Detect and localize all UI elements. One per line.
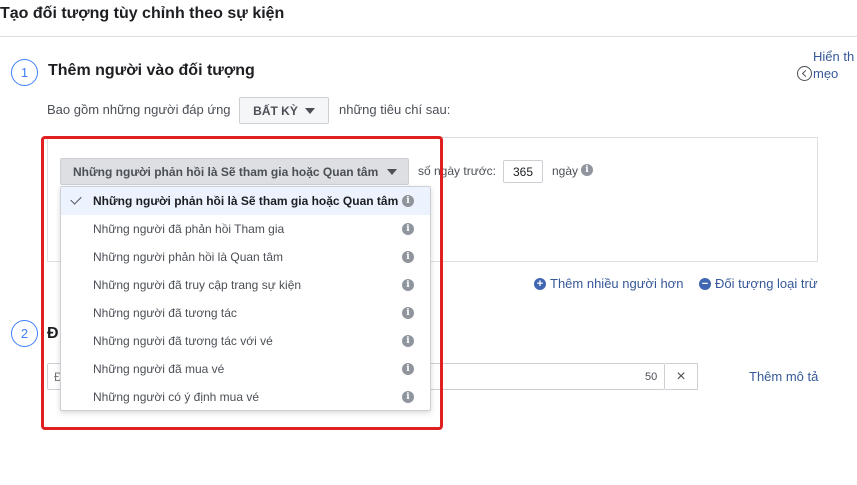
info-icon[interactable]: i: [402, 335, 414, 347]
dropdown-item[interactable]: Những người đã mua vé i: [61, 355, 430, 383]
dropdown-item-label: Những người đã tương tác với vé: [93, 334, 273, 348]
add-more-people-link[interactable]: + Thêm nhiều người hơn: [534, 276, 683, 291]
dropdown-item-label: Những người đã tương tác: [93, 306, 237, 320]
event-type-dropdown-menu: Những người phản hồi là Sẽ tham gia hoặc…: [60, 186, 431, 411]
show-tips-label: Hiển th: [813, 49, 855, 64]
step-2-number: 2: [11, 320, 38, 347]
include-label: Bao gồm những người đáp ứng: [47, 102, 231, 117]
add-more-people-label: Thêm nhiều người hơn: [550, 276, 684, 291]
match-any-label: BẤT KỲ: [253, 103, 298, 118]
add-description-link[interactable]: Thêm mô tả: [749, 369, 818, 384]
days-before-label: số ngày trước:: [418, 164, 496, 178]
info-icon[interactable]: i: [402, 279, 414, 291]
minus-circle-icon: −: [699, 277, 711, 290]
dropdown-item[interactable]: Những người phản hồi là Sẽ tham gia hoặc…: [61, 187, 430, 215]
dropdown-item[interactable]: Những người đã truy cập trang sự kiện i: [61, 271, 430, 299]
dropdown-item-label: Những người đã truy cập trang sự kiện: [93, 278, 302, 292]
days-unit-label: ngày: [552, 164, 579, 178]
dropdown-item-label: Những người đã phản hồi Tham gia: [93, 222, 285, 236]
page-header: Tạo đối tượng tùy chỉnh theo sự kiện: [0, 0, 857, 37]
exclude-audience-label: Đối tượng loại trừ: [715, 276, 818, 291]
dropdown-item[interactable]: Những người phản hồi là Quan tâm i: [61, 243, 430, 271]
check-icon: [70, 193, 82, 205]
dropdown-item-label: Những người phản hồi là Sẽ tham gia hoặc…: [93, 194, 399, 208]
exclude-audience-link[interactable]: − Đối tượng loại trừ: [699, 276, 818, 291]
caret-down-icon: [304, 107, 315, 114]
info-icon[interactable]: i: [581, 164, 593, 176]
step-1-number: 1: [11, 59, 38, 86]
info-icon[interactable]: i: [402, 307, 414, 319]
criteria-label: những tiêu chí sau:: [339, 102, 451, 117]
dropdown-item-label: Những người đã mua vé: [93, 362, 225, 376]
event-type-select[interactable]: Những người phản hồi là Sẽ tham gia hoặc…: [60, 158, 409, 185]
info-icon[interactable]: i: [402, 223, 414, 235]
clear-name-button[interactable]: ×: [665, 363, 698, 390]
info-icon[interactable]: i: [402, 391, 414, 403]
step-2-title: Đ: [47, 325, 59, 342]
dropdown-item-label: Những người phản hồi là Quan tâm: [93, 250, 284, 264]
step-1-title: Thêm người vào đối tượng: [48, 62, 255, 79]
info-icon[interactable]: i: [402, 251, 414, 263]
chevron-left-icon: [797, 66, 812, 81]
dropdown-item[interactable]: Những người đã tương tác i: [61, 299, 430, 327]
info-icon[interactable]: i: [402, 363, 414, 375]
caret-down-icon: [387, 168, 398, 175]
close-icon: ×: [676, 367, 686, 385]
event-type-selected: Những người phản hồi là Sẽ tham gia hoặc…: [73, 164, 379, 179]
show-tips-link[interactable]: Hiển th mẹo: [797, 48, 857, 82]
dropdown-item-label: Những người có ý định mua vé: [93, 390, 260, 404]
retention-days-input[interactable]: [503, 160, 543, 183]
tips-label: mẹo: [813, 66, 839, 81]
match-any-dropdown[interactable]: BẤT KỲ: [239, 97, 329, 124]
dropdown-item[interactable]: Những người đã tương tác với vé i: [61, 327, 430, 355]
dropdown-item[interactable]: Những người đã phản hồi Tham gia i: [61, 215, 430, 243]
page-title: Tạo đối tượng tùy chỉnh theo sự kiện: [0, 5, 285, 22]
plus-circle-icon: +: [534, 277, 546, 290]
dropdown-item[interactable]: Những người có ý định mua vé i: [61, 383, 430, 411]
info-icon[interactable]: i: [402, 195, 414, 207]
char-count: 50: [645, 371, 658, 383]
